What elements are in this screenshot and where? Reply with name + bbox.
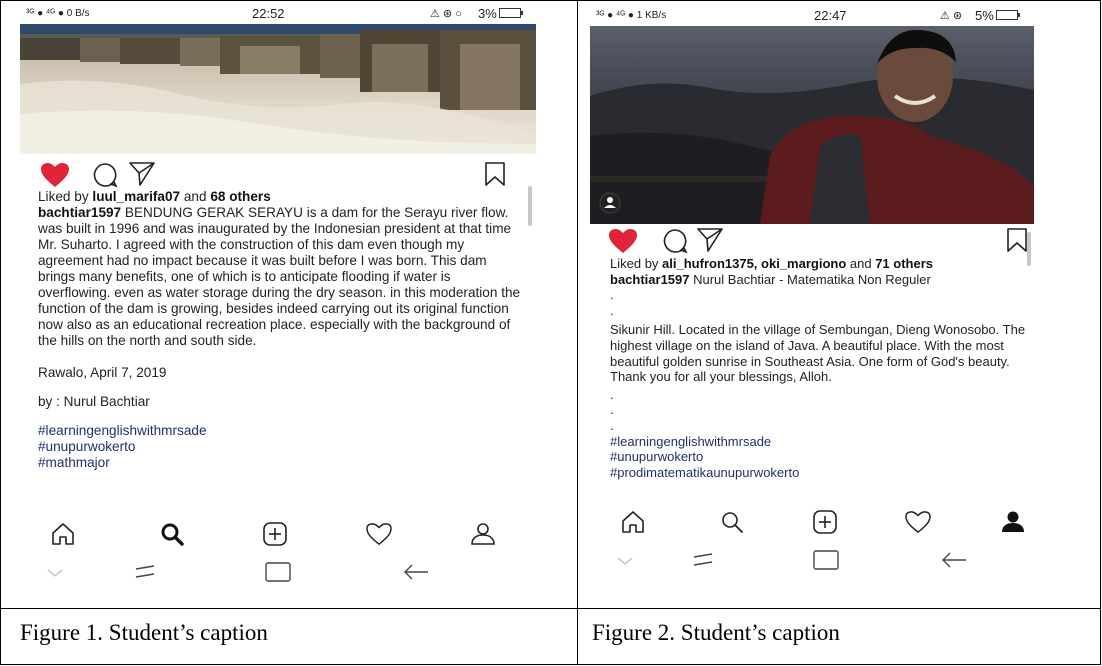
likes-count[interactable]: 71 others: [875, 256, 933, 271]
caption-text: bachtiar1597 BENDUNG GERAK SERAYU is a d…: [38, 205, 521, 348]
post-actions: [590, 222, 1034, 258]
activity-heart-icon[interactable]: [365, 522, 393, 546]
sikunir-selfie-image: [590, 26, 1034, 224]
search-icon[interactable]: [720, 510, 744, 534]
liker-usernames[interactable]: ali_hufron1375, oki_margiono: [662, 256, 846, 271]
heart-filled-icon[interactable]: [40, 162, 70, 188]
phone-screenshot-2: ³ᴳ ● ⁴ᴳ ● 1 KB/s 22:47 ⚠ ⊛ 5% Liked by a…: [590, 6, 1034, 578]
battery-level: 3%: [478, 6, 523, 21]
figure-caption-1: Figure 1. Student’s caption: [20, 620, 268, 645]
caption-dot: .: [610, 287, 614, 303]
likes-line: Liked by luul_marifa07 and 68 others: [38, 189, 271, 204]
bottom-tab-bar: [20, 514, 536, 554]
battery-level: 5%: [975, 8, 1020, 23]
back-arrow-icon[interactable]: [402, 563, 430, 581]
scrollbar[interactable]: [528, 186, 532, 226]
table-divider-horizontal: [0, 608, 1101, 609]
bottom-tab-bar: [590, 502, 1034, 542]
comment-icon[interactable]: [92, 162, 118, 188]
likes-line: Liked by ali_hufron1375, oki_margiono an…: [610, 256, 933, 271]
post-actions: [20, 156, 536, 192]
system-nav-bar: [20, 552, 536, 592]
add-post-icon[interactable]: [262, 521, 288, 547]
network-indicator: ³ᴳ ● ⁴ᴳ ● 1 KB/s: [596, 10, 667, 21]
home-icon[interactable]: [620, 510, 646, 534]
comment-icon[interactable]: [662, 228, 688, 254]
caption-place-date: Rawalo, April 7, 2019: [38, 365, 167, 380]
caption-dot: .: [610, 402, 614, 418]
share-icon[interactable]: [696, 227, 724, 253]
author-username[interactable]: bachtiar1597: [38, 205, 121, 220]
hashtag-link[interactable]: #unupurwokerto: [610, 449, 1028, 465]
scrollbar[interactable]: [1027, 232, 1031, 266]
bookmark-icon[interactable]: [1006, 227, 1028, 253]
likes-count[interactable]: 68 others: [210, 189, 270, 204]
notifications-toggle-icon[interactable]: [688, 552, 718, 568]
caption-dot: .: [610, 386, 614, 402]
liker-username[interactable]: luul_marifa07: [92, 189, 180, 204]
profile-filled-icon[interactable]: [1000, 510, 1026, 534]
home-square-icon[interactable]: [812, 549, 840, 571]
chevron-down-icon[interactable]: [46, 568, 64, 578]
status-bar: ³ᴳ ● ⁴ᴳ ● 1 KB/s 22:47 ⚠ ⊛ 5%: [590, 6, 1034, 26]
search-icon[interactable]: [160, 522, 184, 546]
hashtag-link[interactable]: #mathmajor: [38, 455, 522, 471]
home-square-icon[interactable]: [264, 561, 292, 583]
post-photo-dam[interactable]: 2019/04/07 13:48: [20, 24, 536, 154]
battery-icon: [995, 10, 1020, 20]
post-text: Liked by ali_hufron1375, oki_margiono an…: [610, 256, 1028, 480]
system-nav-bar: [590, 540, 1034, 578]
back-arrow-icon[interactable]: [940, 551, 968, 569]
caption-body: Sikunir Hill. Located in the village of …: [610, 322, 1026, 385]
dam-image: 2019/04/07 13:48: [20, 24, 536, 154]
notifications-toggle-icon[interactable]: [130, 564, 160, 580]
clock: 22:52: [252, 6, 285, 21]
caption-author: by : Nurul Bachtiar: [38, 394, 150, 409]
status-bar: ³ᴳ ● ⁴ᴳ ● 0 B/s 22:52 ⚠ ⊛ ○ 3%: [20, 4, 536, 24]
hashtag-link[interactable]: #unupurwokerto: [38, 439, 522, 455]
author-username[interactable]: bachtiar1597: [610, 272, 690, 287]
profile-icon[interactable]: [470, 522, 496, 546]
status-icons: ⚠ ⊛: [940, 10, 963, 22]
caption-dot: .: [610, 302, 614, 318]
network-indicator: ³ᴳ ● ⁴ᴳ ● 0 B/s: [26, 8, 90, 19]
heart-filled-icon[interactable]: [608, 228, 638, 254]
bookmark-icon[interactable]: [484, 161, 506, 187]
caption-dot: .: [610, 417, 614, 433]
activity-heart-icon[interactable]: [904, 510, 932, 534]
photo-timestamp: 2019/04/07 13:48: [450, 141, 513, 150]
phone-screenshot-1: ³ᴳ ● ⁴ᴳ ● 0 B/s 22:52 ⚠ ⊛ ○ 3% 2019/04/0…: [20, 4, 536, 594]
status-icons: ⚠ ⊛ ○: [430, 8, 462, 20]
add-post-icon[interactable]: [812, 509, 838, 535]
figure-caption-2: Figure 2. Student’s caption: [592, 620, 840, 645]
home-icon[interactable]: [50, 522, 76, 546]
hashtag-link[interactable]: #learningenglishwithmrsade: [38, 423, 522, 439]
hashtag-link[interactable]: #prodimatematikaunupurwokerto: [610, 465, 1028, 481]
chevron-down-icon[interactable]: [616, 556, 634, 566]
share-icon[interactable]: [128, 161, 156, 187]
clock: 22:47: [814, 8, 847, 23]
battery-icon: [498, 8, 523, 18]
hashtag-link[interactable]: #learningenglishwithmrsade: [610, 434, 1028, 450]
caption-text: bachtiar1597 Nurul Bachtiar - Matematika…: [610, 271, 931, 287]
post-text: Liked by luul_marifa07 and 68 others bac…: [38, 189, 522, 471]
table-divider-vertical: [577, 0, 578, 665]
post-photo-sikunir[interactable]: [590, 26, 1034, 224]
